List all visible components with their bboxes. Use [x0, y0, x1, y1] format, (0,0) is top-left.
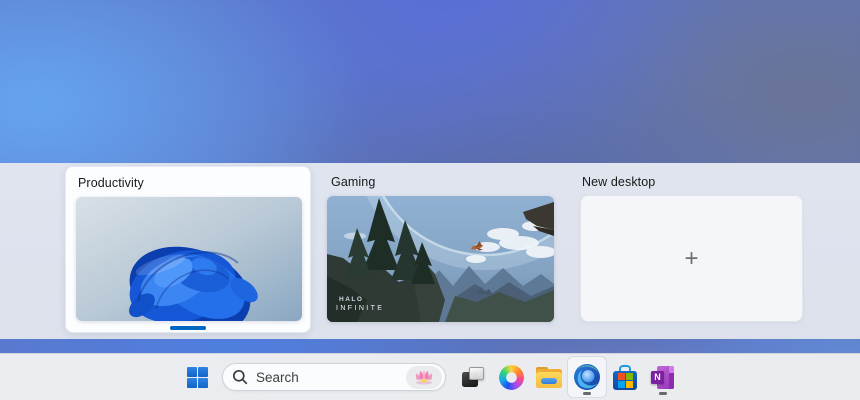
- start-button[interactable]: [178, 357, 216, 397]
- search-placeholder: Search: [256, 369, 299, 385]
- windows-logo-icon: [186, 366, 208, 388]
- edge-icon: [574, 364, 600, 390]
- onenote-button[interactable]: N: [644, 357, 682, 397]
- desktop-thumbnail-gaming[interactable]: HALO INFINITE: [327, 196, 554, 322]
- new-desktop-label: New desktop: [582, 175, 656, 189]
- new-desktop-button[interactable]: +: [580, 195, 803, 322]
- copilot-icon: [496, 362, 526, 392]
- edge-button[interactable]: [568, 357, 606, 397]
- halo-logo-text: HALO: [339, 296, 363, 303]
- microsoft-store-icon: [613, 364, 637, 390]
- task-view-icon: [461, 366, 485, 389]
- copilot-button[interactable]: [492, 357, 530, 397]
- task-view-screen: Productivity Gaming HALO INFINITE New de…: [0, 0, 860, 400]
- microsoft-store-button[interactable]: [606, 357, 644, 397]
- task-view-button[interactable]: [454, 357, 492, 397]
- onenote-icon: N: [650, 365, 676, 390]
- edge-running-indicator: [583, 392, 591, 395]
- file-explorer-icon: [536, 366, 562, 388]
- onenote-running-indicator: [659, 392, 667, 395]
- desktop-label-gaming: Gaming: [331, 175, 376, 189]
- plus-icon: +: [684, 244, 699, 272]
- taskbar: Search N: [0, 353, 860, 400]
- desktop-label-productivity: Productivity: [78, 176, 144, 190]
- active-desktop-indicator: [170, 326, 206, 330]
- desktop-thumbnail-productivity[interactable]: [76, 197, 302, 321]
- halo-infinite-screenshot: HALO INFINITE: [327, 196, 554, 322]
- file-explorer-button[interactable]: [530, 357, 568, 397]
- infinite-logo-text: INFINITE: [336, 305, 384, 312]
- lotus-flower-icon: [415, 370, 433, 385]
- search-highlight-button[interactable]: [406, 365, 442, 389]
- onenote-letter: N: [651, 370, 664, 384]
- task-view-panel: Productivity Gaming HALO INFINITE New de…: [0, 163, 860, 339]
- windows-bloom-wallpaper: [76, 197, 302, 321]
- search-box[interactable]: Search: [222, 363, 446, 391]
- desktop-card-productivity[interactable]: Productivity: [65, 166, 311, 333]
- search-icon: [232, 369, 248, 385]
